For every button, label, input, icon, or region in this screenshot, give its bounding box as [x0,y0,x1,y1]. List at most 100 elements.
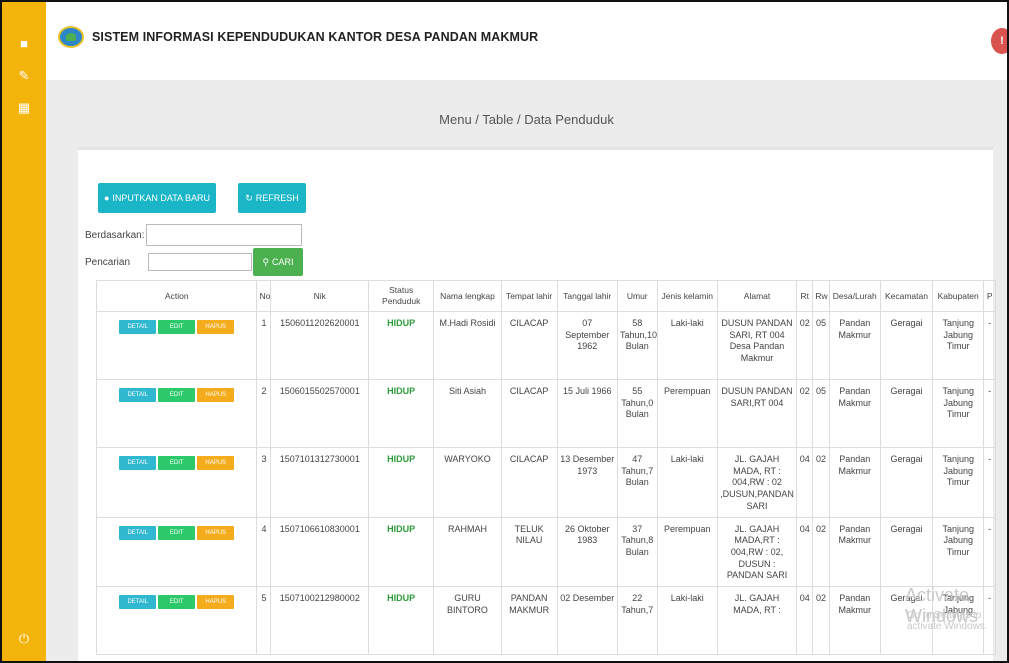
row-actions: DETAIL EDIT HAPUS [95,585,258,655]
cell-kabupaten: Tanjung Jabung Timur [932,447,985,518]
plus-icon: ● [103,193,110,203]
delete-button[interactable]: HAPUS [197,525,235,540]
search-input[interactable] [148,253,252,271]
cell-tempat: TELUK NILAU [500,516,558,587]
cell-tempat: CILACAP [500,311,558,381]
cell-tempat: CILACAP [500,447,558,518]
cell-rw: 02 [812,516,830,587]
cell-rw: 05 [812,311,830,381]
cell-jk: Laki-laki [656,447,718,518]
cell-jk: Perempuan [656,379,718,449]
col-action: Action [95,279,258,313]
cell-umur: 37 Tahun,8 Bulan [616,516,658,587]
cell-nama: GURU BINTORO [433,585,502,655]
row-actions: DETAIL EDIT HAPUS [95,516,258,587]
cell-status: HIDUP [368,447,435,518]
cell-rt: 04 [796,447,814,518]
col-kecamatan: Kecamatan [879,279,934,313]
col-rt: Rt [796,279,814,313]
refresh-icon: ↻ [245,192,253,203]
app-window: ■ ✎ ▦ ⏻ SISTEM INFORMASI KEPENDUDUKAN KA… [0,0,1009,663]
table-row: DETAIL EDIT HAPUS 3 1507101312730001 HIDUP… [95,447,996,518]
cell-kabupaten: Tanjung Jabung Timur [932,311,985,381]
delete-button[interactable]: HAPUS [197,320,235,335]
col-desa: Desa/Lurah [828,279,881,313]
cell-nik: 1507106610830001 [270,516,370,587]
cell-tanggal: 15 Juli 1966 [556,379,618,449]
col-umur: Umur [616,279,658,313]
edit-icon[interactable]: ✎ [2,68,46,84]
edit-button[interactable]: EDIT [158,388,196,403]
cell-nik: 1507101312730001 [270,447,370,518]
filter-by-label: Berdasarkan: [85,230,145,241]
cell-nama: RAHMAH [433,516,502,587]
penduduk-table: Action No Nik Status Penduduk Nama lengk… [95,279,996,655]
user-menu-icon[interactable]: ! [991,28,1007,54]
cell-nik: 1507100212980002 [270,585,370,655]
cell-desa: Pandan Makmur [828,311,881,381]
delete-button[interactable]: HAPUS [197,388,235,403]
cell-nama: WARYOKO [433,447,502,518]
cell-no: 3 [256,447,272,518]
cell-status: HIDUP [368,585,435,655]
cell-kecamatan: Geragai [879,379,934,449]
breadcrumb: Menu / Table / Data Penduduk [439,112,614,127]
detail-button[interactable]: DETAIL [119,388,157,403]
home-icon[interactable]: ■ [2,36,46,51]
delete-button[interactable]: HAPUS [197,594,235,609]
table-row: DETAIL EDIT HAPUS 4 1507106610830001 HIDUP… [95,516,996,587]
top-header: SISTEM INFORMASI KEPENDUDUKAN KANTOR DES… [46,2,1007,80]
cell-status: HIDUP [368,311,435,381]
cell-kecamatan: Geragai [879,311,934,381]
cell-alamat: JL. GAJAH MADA, RT : [716,585,798,655]
edit-button[interactable]: EDIT [158,525,196,540]
cell-desa: Pandan Makmur [828,447,881,518]
col-nik: Nik [270,279,370,313]
col-kabupaten: Kabupaten [932,279,985,313]
cell-alamat: JL. GAJAH MADA,RT : 004,RW : 02, DUSUN :… [716,516,798,587]
power-icon[interactable]: ⏻ [2,631,46,647]
cell-tanggal: 02 Desember [556,585,618,655]
row-actions: DETAIL EDIT HAPUS [95,447,258,518]
cell-umur: 55 Tahun,0 Bulan [616,379,658,449]
add-data-button[interactable]: ● INPUTKAN DATA BARU [98,183,216,213]
search-label-text: CARI [272,257,294,267]
cell-umur: 22 Tahun,7 [616,585,658,655]
cell-desa: Pandan Makmur [828,585,881,655]
cell-no: 5 [256,585,272,655]
cell-nik: 1506011202620001 [270,311,370,381]
cell-p: - [983,311,996,381]
cell-jk: Laki-laki [656,311,718,381]
data-card: ● INPUTKAN DATA BARU ↻ REFRESH Berdasark… [78,147,996,661]
edit-button[interactable]: EDIT [158,456,196,471]
edit-button[interactable]: EDIT [158,594,196,609]
cell-desa: Pandan Makmur [828,516,881,587]
app-title: SISTEM INFORMASI KEPENDUDUKAN KANTOR DES… [92,30,539,44]
cell-alamat: DUSUN PANDAN SARI,RT 004 [716,379,798,449]
filter-by-select[interactable] [146,224,302,246]
col-tanggal: Tanggal lahir [556,279,618,313]
detail-button[interactable]: DETAIL [119,456,157,471]
delete-button[interactable]: HAPUS [197,456,235,471]
refresh-label: REFRESH [255,193,299,203]
cell-kabupaten: Tanjung Jabung Timur [932,516,985,587]
cell-alamat: DUSUN PANDAN SARI, RT 004 Desa Pandan Ma… [716,311,798,381]
cell-umur: 47 Tahun,7 Bulan [616,447,658,518]
col-alamat: Alamat [716,279,798,313]
refresh-button[interactable]: ↻ REFRESH [238,183,306,213]
cell-rt: 02 [796,379,814,449]
detail-button[interactable]: DETAIL [119,320,157,335]
cell-tempat: PANDAN MAKMUR [500,585,558,655]
activation-watermark-subtitle: Go to Settings to activate Windows. [907,610,988,632]
detail-button[interactable]: DETAIL [119,594,157,609]
detail-button[interactable]: DETAIL [119,525,157,540]
add-data-label: INPUTKAN DATA BARU [112,193,211,203]
cell-tanggal: 13 Desember 1973 [556,447,618,518]
col-tempat: Tempat lahir [500,279,558,313]
calendar-icon[interactable]: ▦ [2,100,46,116]
sidebar: ■ ✎ ▦ ⏻ [2,2,46,661]
cell-jk: Perempuan [656,516,718,587]
edit-button[interactable]: EDIT [158,320,196,335]
cell-nama: Siti Asiah [433,379,502,449]
search-button[interactable]: ⚲ CARI [253,248,303,276]
